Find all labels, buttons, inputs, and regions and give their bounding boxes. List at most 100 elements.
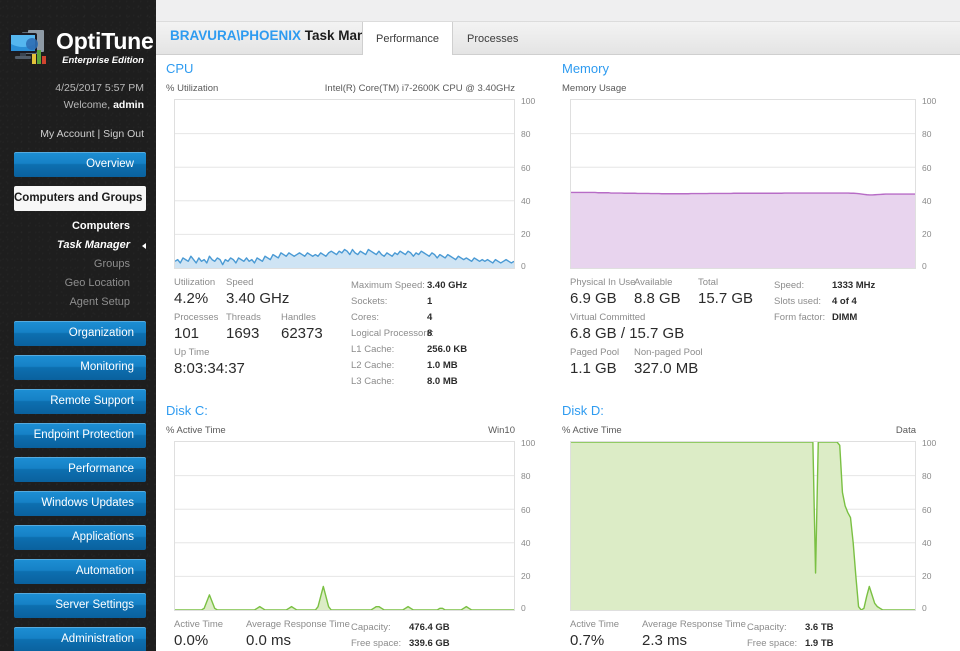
stat-value: 101	[174, 325, 200, 342]
detail-value: 8	[427, 328, 433, 339]
ytick: 0	[521, 261, 526, 271]
details-disk-c: Capacity: 476.4 GB Free space: 339.6 GB	[351, 620, 450, 651]
content: CPU % Utilization Intel(R) Core(TM) i7-2…	[156, 55, 960, 651]
ytick: 100	[922, 438, 937, 448]
ytick: 80	[922, 129, 932, 139]
sidebar-item-organization[interactable]: Organization	[14, 321, 146, 346]
chart-disk-c[interactable]: 100 80 60 40 20 0	[166, 438, 551, 613]
detail-key: L2 Cache:	[351, 360, 395, 371]
detail-row: Speed: 1333 MHz	[774, 278, 875, 294]
stat-label: Average Response Time	[246, 619, 350, 630]
panel-title-memory: Memory	[562, 61, 609, 76]
account-links: My Account | Sign Out	[0, 128, 156, 140]
stat-label: Available	[634, 277, 673, 288]
stat-label: Virtual Committed	[570, 312, 646, 323]
chart-yaxis-memory: 100 80 60 40 20 0	[918, 96, 952, 271]
stat-value: 6.8 GB / 15.7 GB	[570, 325, 685, 342]
my-account-link[interactable]: My Account	[40, 128, 94, 140]
detail-key: Free space:	[351, 638, 402, 649]
detail-value: 4	[427, 312, 433, 323]
stat-cpu-threads: Threads 1693	[226, 312, 261, 343]
ytick: 40	[521, 538, 531, 548]
nav-primary: Overview Computers and Groups	[0, 152, 156, 211]
stat-cpu-speed: Speed 3.40 GHz	[226, 277, 289, 308]
tab-performance[interactable]: Performance	[362, 22, 453, 56]
ytick: 0	[922, 603, 927, 613]
chart-cpu[interactable]: 100 80 60 40 20 0	[166, 96, 551, 271]
stat-mem-nonpaged-pool: Non-paged Pool 327.0 MB	[634, 347, 703, 378]
detail-row: L2 Cache: 1.0 MB	[351, 358, 467, 374]
chart-head-cpu: % Utilization Intel(R) Core(TM) i7-2600K…	[166, 83, 551, 96]
sidebar-item-monitoring[interactable]: Monitoring	[14, 355, 146, 380]
sidebar-item-geo-location[interactable]: Geo Location	[0, 274, 156, 293]
detail-key: L1 Cache:	[351, 344, 395, 355]
detail-row: Free space: 339.6 GB	[351, 636, 450, 651]
stat-label: Active Time	[174, 619, 224, 630]
detail-row: Logical Processors:8	[351, 326, 467, 342]
sidebar-item-computers-and-groups[interactable]: Computers and Groups	[14, 186, 146, 211]
sidebar-subitem-label: Task Manager	[57, 239, 130, 251]
sidebar-item-automation[interactable]: Automation	[14, 559, 146, 584]
stat-mem-virtual-committed: Virtual Committed 6.8 GB / 15.7 GB	[570, 312, 684, 343]
ytick: 40	[922, 538, 932, 548]
detail-value: 1.0 MB	[427, 360, 458, 371]
stat-label: Active Time	[570, 619, 620, 630]
sidebar-item-overview[interactable]: Overview	[14, 152, 146, 177]
stat-value: 6.9 GB	[570, 290, 617, 307]
stat-label: Speed	[226, 277, 254, 288]
chart-left-label-disk-c: % Active Time	[166, 425, 226, 436]
chart-memory[interactable]: 100 80 60 40 20 0	[562, 96, 952, 271]
detail-row: Capacity: 476.4 GB	[351, 620, 450, 636]
stat-label: Average Response Time	[642, 619, 746, 630]
ytick: 100	[521, 96, 536, 106]
tab-processes[interactable]: Processes	[453, 22, 532, 55]
sidebar-item-server-settings[interactable]: Server Settings	[14, 593, 146, 618]
brand: OptiTune Enterprise Edition	[0, 0, 156, 66]
sign-out-link[interactable]: Sign Out	[103, 128, 144, 140]
detail-key: Sockets:	[351, 296, 388, 307]
chart-disk-d[interactable]: 100 80 60 40 20 0	[562, 438, 952, 613]
stats-memory: Physical In Use 6.9 GB Available 8.8 GB …	[562, 277, 952, 377]
main-area: BRAVURA\PHOENIX Task Manager Performance…	[156, 0, 960, 651]
brand-name: OptiTune	[56, 28, 154, 54]
sidebar-item-administration[interactable]: Administration	[14, 627, 146, 651]
stat-label: Handles	[281, 312, 316, 323]
detail-row: Capacity: 3.6 TB	[747, 620, 834, 636]
sidebar-item-task-manager[interactable]: Task Manager	[0, 236, 156, 255]
detail-value: DIMM	[832, 312, 858, 323]
sidebar-item-windows-updates[interactable]: Windows Updates	[14, 491, 146, 516]
stats-disk-d: Active Time 0.7% Average Response Time 2…	[562, 619, 952, 651]
current-datetime: 4/25/2017 5:57 PM	[55, 82, 144, 94]
chart-left-label-disk-d: % Active Time	[562, 425, 622, 436]
stat-label: Processes	[174, 312, 219, 323]
stat-diskc-active-time: Active Time 0.0%	[174, 619, 223, 650]
link-separator: |	[94, 128, 104, 140]
detail-key: Free space:	[747, 638, 798, 649]
stat-label: Physical In Use	[570, 277, 636, 288]
sidebar-item-remote-support[interactable]: Remote Support	[14, 389, 146, 414]
stat-mem-total: Total 15.7 GB	[698, 277, 753, 308]
sidebar-item-applications[interactable]: Applications	[14, 525, 146, 550]
detail-value: 1	[427, 296, 433, 307]
detail-key: Capacity:	[351, 622, 391, 633]
sidebar-item-performance[interactable]: Performance	[14, 457, 146, 482]
welcome-text: Welcome, admin	[12, 97, 144, 114]
stat-label: Total	[698, 277, 719, 288]
sidebar-item-groups[interactable]: Groups	[0, 255, 156, 274]
chart-left-label-memory: Memory Usage	[562, 83, 627, 94]
stat-diskd-active-time: Active Time 0.7%	[570, 619, 619, 650]
chart-head-memory: Memory Usage	[562, 83, 952, 96]
sidebar-item-agent-setup[interactable]: Agent Setup	[0, 293, 156, 312]
ytick: 60	[922, 505, 932, 515]
sidebar-item-endpoint-protection[interactable]: Endpoint Protection	[14, 423, 146, 448]
ytick: 40	[521, 196, 531, 206]
ytick: 20	[922, 571, 932, 581]
detail-value: 1333 MHz	[832, 280, 876, 291]
detail-key: Logical Processors:	[351, 328, 434, 339]
stat-value: 8:03:34:37	[174, 360, 245, 377]
sidebar-item-computers[interactable]: Computers	[0, 217, 156, 236]
detail-row: L3 Cache: 8.0 MB	[351, 374, 467, 390]
stat-diskc-avg-response-time: Average Response Time 0.0 ms	[246, 619, 350, 650]
chart-left-label-cpu: % Utilization	[166, 83, 219, 94]
details-memory: Speed: 1333 MHz Slots used: 4 of 4 Form fa…	[774, 278, 875, 326]
